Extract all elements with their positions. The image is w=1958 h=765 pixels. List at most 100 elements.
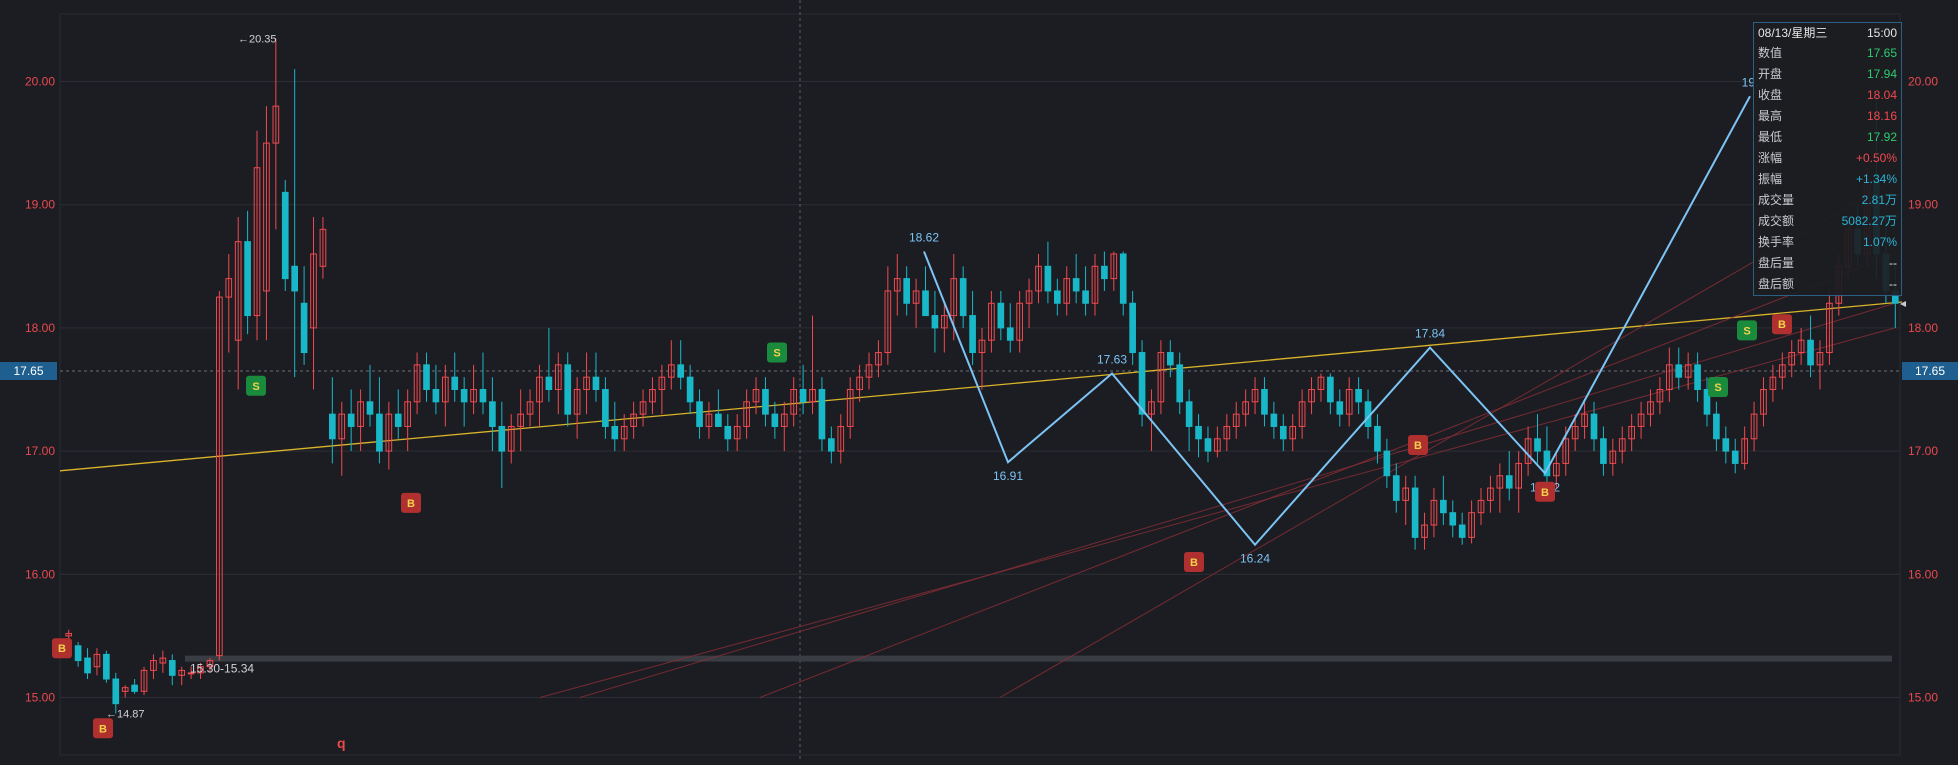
candle-body <box>828 438 835 452</box>
candle-body <box>903 278 911 304</box>
zigzag-lines: 18.6216.9117.6316.2417.8416.8219. <box>909 75 1758 565</box>
y-tick-label-left: 18.00 <box>25 321 55 335</box>
info-row-label: 最低 <box>1758 130 1783 144</box>
candle-body <box>1006 327 1014 341</box>
info-row-value: 17.65 <box>1866 46 1897 60</box>
candle-body <box>677 364 685 378</box>
candle-body <box>376 413 383 452</box>
info-row-label: 成交额 <box>1758 214 1795 228</box>
info-row-label: 涨幅 <box>1758 151 1783 165</box>
info-row-value: 5082.27万 <box>1841 214 1897 228</box>
range-annotation: 15.30-15.34 <box>190 662 254 676</box>
candle-body <box>84 657 91 674</box>
candle-body <box>611 425 619 440</box>
info-row-value: -- <box>1889 256 1897 270</box>
info-row-label: 收盘 <box>1758 88 1783 102</box>
candle-body <box>997 302 1005 329</box>
candle-body <box>432 389 440 403</box>
candle-body <box>394 413 402 427</box>
candle-body <box>1053 290 1061 304</box>
info-row: 数值 17.65 <box>1758 43 1897 64</box>
info-row: 涨幅 +0.50% <box>1758 148 1897 169</box>
candle-body <box>686 376 694 403</box>
y-tick-label-right: 20.00 <box>1908 75 1938 89</box>
candle-body <box>1600 438 1607 464</box>
candle-body <box>329 413 336 440</box>
candle-body <box>131 684 138 692</box>
zigzag-label: 18.62 <box>909 231 939 245</box>
candle-body <box>1411 487 1419 538</box>
y-tick-label-right: 16.00 <box>1908 567 1938 581</box>
info-row-label: 盘后额 <box>1758 277 1795 291</box>
candle-body <box>1505 475 1513 489</box>
y-tick-label-right: 18.00 <box>1908 321 1938 335</box>
candle-body <box>1458 524 1466 538</box>
y-tick-label-left: 15.00 <box>25 691 55 705</box>
candle-body <box>103 653 110 680</box>
signal-label: B <box>1414 440 1422 452</box>
candle-body <box>244 241 251 317</box>
candle-body <box>1082 290 1089 304</box>
candlestick-chart[interactable]: 15.00 15.00 16.00 16.00 17.00 17.00 18.00 18.00… <box>0 0 1958 760</box>
signal-label: B <box>1778 319 1786 331</box>
info-row-label: 成交量 <box>1758 193 1795 207</box>
candle-body <box>715 413 722 427</box>
zigzag-label: 17.63 <box>1097 352 1127 366</box>
candle-body <box>959 278 967 317</box>
candle-body <box>696 401 703 427</box>
candle-body <box>300 302 308 354</box>
info-row-label: 换手率 <box>1758 235 1795 249</box>
candle-body <box>1355 389 1362 403</box>
candle-body <box>1204 438 1212 452</box>
info-date: 08/13/星期三 <box>1758 26 1828 40</box>
candle-body <box>762 389 769 415</box>
info-row: 盘后量 -- <box>1758 253 1897 274</box>
info-row: 开盘 17.94 <box>1758 64 1897 85</box>
candle-body <box>1101 265 1108 280</box>
y-tick-label-right: 19.00 <box>1908 198 1938 212</box>
candle-body <box>1176 364 1184 403</box>
candle-body <box>799 389 807 403</box>
candle-body <box>1195 425 1202 440</box>
candle-body <box>1590 413 1598 440</box>
info-row-value: 2.81万 <box>1861 193 1897 207</box>
info-row-value: +0.50% <box>1855 151 1897 165</box>
candle-body <box>1713 413 1720 440</box>
y-tick-label-left: 16.00 <box>25 567 55 581</box>
candle-body <box>291 265 299 292</box>
candle-body <box>564 364 572 415</box>
info-row: 换手率 1.07% <box>1758 232 1897 253</box>
info-row: 最高 18.16 <box>1758 106 1897 127</box>
candle-body <box>1392 475 1400 501</box>
candle-body <box>489 401 496 427</box>
info-rows: 数值 17.65 开盘 17.94 收盘 18.04 最高 18.16 最低 17.92 涨幅 +0.… <box>1758 43 1897 295</box>
range-band <box>185 655 1892 662</box>
candle-body <box>112 678 120 705</box>
info-row-label: 最高 <box>1758 109 1783 123</box>
candle-body <box>423 364 430 390</box>
signal-markers: B B S B S B B B S S B <box>52 314 1792 739</box>
info-row-value: -- <box>1889 277 1897 291</box>
signal-label: S <box>252 381 259 393</box>
cursor-marker: q <box>337 735 346 751</box>
info-panel: 08/13/星期三 15:00 数值 17.65 开盘 17.94 收盘 18.04 最高 1… <box>1753 22 1902 296</box>
info-row: 最低 17.92 <box>1758 127 1897 148</box>
candle-body <box>460 389 468 403</box>
trendline <box>59 301 1903 472</box>
info-panel-header: 08/13/星期三 15:00 <box>1758 23 1897 43</box>
zigzag-label: 17.84 <box>1415 327 1445 341</box>
candle-body <box>1270 413 1278 427</box>
info-row: 收盘 18.04 <box>1758 85 1897 106</box>
signal-label: S <box>1743 325 1750 337</box>
high-annotation: ←20.35 <box>238 33 277 45</box>
candle-body <box>1119 253 1127 304</box>
candle-body <box>1534 438 1541 452</box>
candle-body <box>592 376 600 390</box>
candle-body <box>498 425 506 452</box>
info-row: 盘后额 -- <box>1758 274 1897 295</box>
zigzag-line <box>923 95 1751 547</box>
candle-body <box>347 413 355 427</box>
candle-body <box>969 315 976 354</box>
candles <box>65 38 1899 714</box>
candle-body <box>1138 352 1146 415</box>
